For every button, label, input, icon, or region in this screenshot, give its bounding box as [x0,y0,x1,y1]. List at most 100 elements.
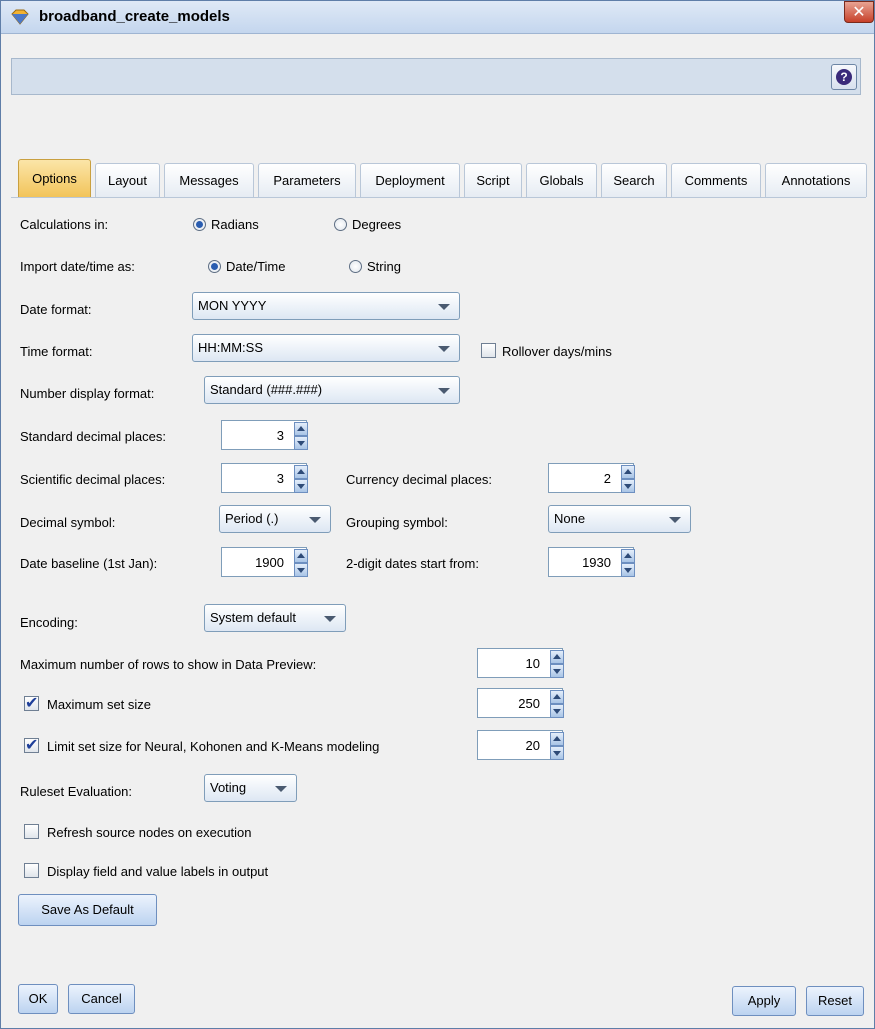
two-digit-value: 1930 [582,555,611,570]
limit-set-checkbox[interactable] [24,735,39,754]
app-diamond-icon [11,9,29,25]
tab-messages[interactable]: Messages [164,163,254,197]
import-date-label: Import date/time as: [20,259,135,274]
standard-decimal-value: 3 [276,428,284,443]
limit-set-spinner[interactable]: 20 [477,730,564,760]
help-icon: ? [836,69,852,85]
max-set-value: 250 [518,696,540,711]
tab-comments[interactable]: Comments [671,163,761,197]
number-display-dropdown[interactable]: Standard (###.###) [204,376,460,404]
spin-up-icon[interactable] [621,549,635,563]
date-baseline-value: 1900 [255,555,284,570]
grouping-symbol-dropdown[interactable]: None [548,505,691,533]
decimal-symbol-dropdown[interactable]: Period (.) [219,505,331,533]
radians-radio[interactable] [193,218,206,231]
spin-down-icon[interactable] [294,479,308,493]
tab-script[interactable]: Script [464,163,522,197]
string-label[interactable]: String [367,259,401,274]
rollover-label[interactable]: Rollover days/mins [502,344,612,359]
ruleset-dropdown[interactable]: Voting [204,774,297,802]
close-button[interactable]: ✕ [844,1,874,23]
toolbar: ? [11,58,861,95]
limit-set-label[interactable]: Limit set size for Neural, Kohonen and K… [47,739,379,754]
grouping-symbol-label: Grouping symbol: [346,515,448,530]
rollover-checkbox[interactable] [481,343,496,358]
time-format-dropdown[interactable]: HH:MM:SS [192,334,460,362]
tab-annotations[interactable]: Annotations [765,163,867,197]
degrees-label[interactable]: Degrees [352,217,401,232]
spin-up-icon[interactable] [294,549,308,563]
currency-decimal-spinner[interactable]: 2 [548,463,635,493]
spin-down-icon[interactable] [294,563,308,577]
grouping-symbol-value: None [554,511,586,526]
spin-down-icon[interactable] [550,704,564,718]
spin-down-icon[interactable] [621,563,635,577]
date-baseline-label: Date baseline (1st Jan): [20,556,158,571]
spin-up-icon[interactable] [550,690,564,704]
help-button[interactable]: ? [831,64,857,90]
datetime-label[interactable]: Date/Time [226,259,285,274]
date-format-label: Date format: [20,302,92,317]
display-labels-checkbox[interactable] [24,863,39,878]
spin-down-icon[interactable] [550,746,564,760]
date-baseline-spinner[interactable]: 1900 [221,547,308,577]
tab-search[interactable]: Search [601,163,667,197]
currency-decimal-label: Currency decimal places: [346,472,492,487]
degrees-radio[interactable] [334,218,347,231]
ok-button[interactable]: OK [18,984,58,1014]
refresh-checkbox[interactable] [24,824,39,839]
radians-label[interactable]: Radians [211,217,259,232]
two-digit-spinner[interactable]: 1930 [548,547,635,577]
dialog-window: broadband_create_models ✕ ? Options Layo… [0,0,875,1029]
string-radio[interactable] [349,260,362,273]
max-set-spinner[interactable]: 250 [477,688,564,718]
apply-button[interactable]: Apply [732,986,796,1016]
datetime-radio[interactable] [208,260,221,273]
tab-globals[interactable]: Globals [526,163,597,197]
standard-decimal-spinner[interactable]: 3 [221,420,308,450]
tab-deployment[interactable]: Deployment [360,163,460,197]
spin-up-icon[interactable] [621,465,635,479]
max-rows-spinner[interactable]: 10 [477,648,564,678]
max-rows-label: Maximum number of rows to show in Data P… [20,657,317,672]
spin-up-icon[interactable] [550,732,564,746]
spin-up-icon[interactable] [550,650,564,664]
tab-parameters[interactable]: Parameters [258,163,356,197]
number-display-label: Number display format: [20,386,155,401]
chevron-down-icon [309,517,321,523]
display-labels-label[interactable]: Display field and value labels in output [47,864,268,879]
chevron-down-icon [438,346,450,352]
limit-set-value: 20 [525,738,540,753]
spin-down-icon[interactable] [550,664,564,678]
max-set-label[interactable]: Maximum set size [47,697,151,712]
window-title: broadband_create_models [39,8,230,25]
options-panel: Calculations in: Radians Degrees Import … [11,197,866,958]
close-icon: ✕ [852,4,866,21]
reset-button[interactable]: Reset [806,986,864,1016]
calculations-label: Calculations in: [20,217,109,232]
refresh-label[interactable]: Refresh source nodes on execution [47,825,252,840]
scientific-decimal-value: 3 [276,471,284,486]
save-as-default-button[interactable]: Save As Default [18,894,157,926]
time-format-value: HH:MM:SS [198,340,263,355]
encoding-dropdown[interactable]: System default [204,604,346,632]
max-rows-value: 10 [525,656,540,671]
spin-up-icon[interactable] [294,422,308,436]
encoding-value: System default [210,610,296,625]
tab-layout[interactable]: Layout [95,163,160,197]
scientific-decimal-spinner[interactable]: 3 [221,463,308,493]
scientific-decimal-label: Scientific decimal places: [20,472,166,487]
max-set-checkbox[interactable] [24,693,39,712]
spin-down-icon[interactable] [621,479,635,493]
spin-down-icon[interactable] [294,436,308,450]
tab-options[interactable]: Options [18,159,91,197]
encoding-label: Encoding: [20,615,78,630]
ruleset-label: Ruleset Evaluation: [20,784,133,799]
date-format-dropdown[interactable]: MON YYYY [192,292,460,320]
chevron-down-icon [438,388,450,394]
number-display-value: Standard (###.###) [210,382,323,397]
spin-up-icon[interactable] [294,465,308,479]
cancel-button[interactable]: Cancel [68,984,135,1014]
title-bar[interactable]: broadband_create_models ✕ [1,1,874,34]
chevron-down-icon [438,304,450,310]
